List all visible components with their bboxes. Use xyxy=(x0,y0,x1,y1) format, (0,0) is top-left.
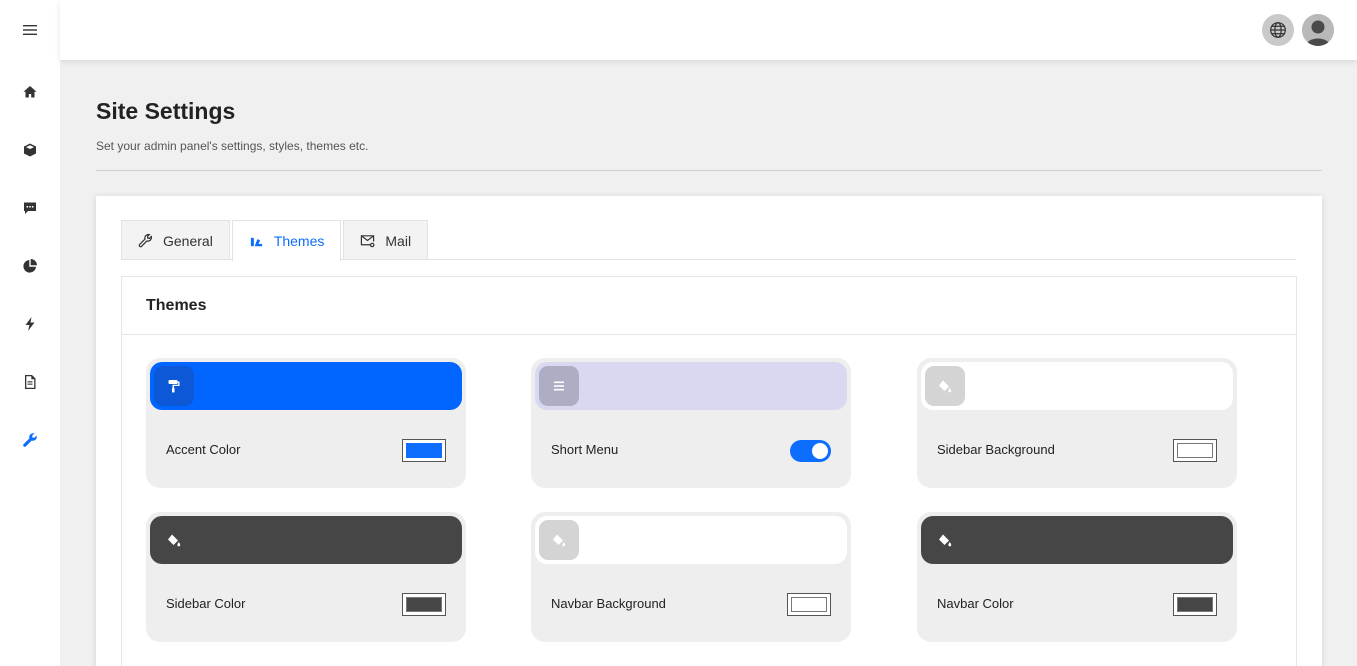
theme-banner xyxy=(535,516,847,564)
paint-bucket-icon xyxy=(925,520,965,560)
color-swatch-fill xyxy=(1177,597,1213,612)
tab-themes-label: Themes xyxy=(273,233,325,249)
wrench-icon[interactable] xyxy=(18,428,42,452)
page-title: Site Settings xyxy=(96,98,236,124)
navbar-background-color-picker[interactable] xyxy=(787,593,831,616)
color-swatch-fill xyxy=(791,597,827,612)
page-divider xyxy=(96,170,1322,171)
theme-item-label: Accent Color xyxy=(166,442,241,457)
theme-item-label: Short Menu xyxy=(551,442,619,457)
theme-banner xyxy=(150,516,462,564)
settings-card: General Themes Mail Themes Accent Color xyxy=(96,196,1322,666)
theme-item-label: Navbar Background xyxy=(551,596,666,611)
theme-item-sidebar-background: Sidebar Background xyxy=(917,358,1237,488)
tab-general-label: General xyxy=(163,232,213,249)
home-icon[interactable] xyxy=(18,80,42,104)
toggle-knob xyxy=(812,443,828,459)
theme-item-navbar-background: Navbar Background xyxy=(531,512,851,642)
color-swatch-fill xyxy=(406,597,442,612)
page-subtitle: Set your admin panel's settings, styles,… xyxy=(96,139,369,153)
themes-title: Themes xyxy=(122,277,1296,335)
user-avatar-icon[interactable] xyxy=(1302,14,1334,46)
navbar-color-picker[interactable] xyxy=(1173,593,1217,616)
tab-mail[interactable]: Mail xyxy=(343,220,429,260)
sidebar-color-picker[interactable] xyxy=(402,593,446,616)
theme-banner xyxy=(921,516,1233,564)
document-icon[interactable] xyxy=(18,370,42,394)
theme-item-label: Sidebar Color xyxy=(166,596,246,611)
sidebar xyxy=(0,0,60,666)
color-swatch-fill xyxy=(1177,443,1213,458)
short-menu-toggle[interactable] xyxy=(790,440,831,462)
box-icon[interactable] xyxy=(18,138,42,162)
hamburger-icon[interactable] xyxy=(18,18,42,42)
theme-item-sidebar-color: Sidebar Color xyxy=(146,512,466,642)
list-icon xyxy=(539,366,579,406)
paint-bucket-icon xyxy=(925,366,965,406)
theme-item-label: Navbar Color xyxy=(937,596,1014,611)
theme-banner xyxy=(150,362,462,410)
palette-icon xyxy=(250,237,262,246)
mail-settings-icon xyxy=(361,235,375,248)
wrench-icon xyxy=(138,233,153,248)
themes-panel: Themes Accent Color Short Menu Sidebar B… xyxy=(121,276,1297,666)
theme-banner xyxy=(535,362,847,410)
paint-bucket-icon xyxy=(154,520,194,560)
theme-item-accent-color: Accent Color xyxy=(146,358,466,488)
tab-themes[interactable]: Themes xyxy=(231,220,342,261)
theme-item-navbar-color: Navbar Color xyxy=(917,512,1237,642)
pie-chart-icon[interactable] xyxy=(18,254,42,278)
accent-color-picker[interactable] xyxy=(402,439,446,462)
theme-item-short-menu: Short Menu xyxy=(531,358,851,488)
sidebar-background-color-picker[interactable] xyxy=(1173,439,1217,462)
color-swatch-fill xyxy=(406,443,442,458)
top-navbar xyxy=(60,0,1357,60)
paint-bucket-icon xyxy=(539,520,579,560)
settings-tabs: General Themes Mail xyxy=(121,220,430,261)
chat-icon[interactable] xyxy=(18,196,42,220)
theme-banner xyxy=(921,362,1233,410)
paint-roller-icon xyxy=(154,366,194,406)
lightning-icon[interactable] xyxy=(18,312,42,336)
tab-mail-label: Mail xyxy=(385,232,412,249)
theme-item-label: Sidebar Background xyxy=(937,442,1055,457)
globe-icon[interactable] xyxy=(1262,14,1294,46)
tab-general[interactable]: General xyxy=(121,220,230,260)
